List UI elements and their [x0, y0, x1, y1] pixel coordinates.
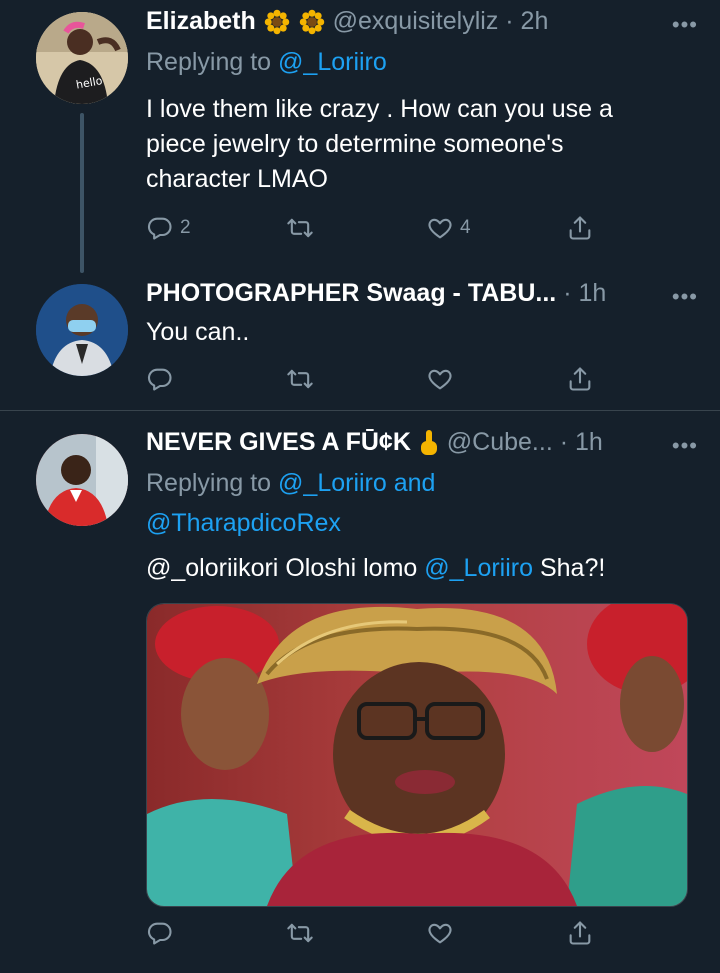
- retweet-icon: [286, 919, 314, 947]
- reply-button[interactable]: 2: [146, 214, 191, 242]
- share-icon: [566, 214, 594, 242]
- avatar-photo: [36, 434, 128, 526]
- display-name[interactable]: NEVER GIVES A FŪ¢K: [146, 428, 411, 456]
- share-icon: [566, 365, 594, 393]
- avatar[interactable]: [36, 434, 128, 526]
- retweet-button[interactable]: [286, 365, 314, 393]
- avatar-photo: hello: [36, 12, 128, 104]
- tweet-media-image[interactable]: [146, 603, 688, 907]
- retweet-button[interactable]: [286, 214, 314, 242]
- tweet-header: Elizabeth @exquisitelyliz · 2h: [146, 7, 660, 36]
- share-button[interactable]: [566, 214, 594, 242]
- tweet-text-segment: Sha?!: [533, 554, 606, 582]
- mention-link[interactable]: @TharapdicoRex: [146, 509, 341, 537]
- mention-link[interactable]: @_oloriikori: [146, 554, 278, 582]
- retweet-icon: [286, 214, 314, 242]
- replying-to-second: @TharapdicoRex: [146, 509, 341, 538]
- action-bar: [146, 365, 596, 395]
- tweet-text-line: I love them like crazy . How can you use…: [146, 95, 613, 123]
- like-icon: [426, 214, 454, 242]
- like-button[interactable]: [426, 919, 454, 947]
- handle[interactable]: @Cube...: [447, 428, 553, 456]
- reply-icon: [146, 214, 174, 242]
- replying-to: Replying to @_Loriiro: [146, 48, 387, 77]
- like-button[interactable]: [426, 365, 454, 393]
- replying-prefix: Replying to: [146, 469, 279, 497]
- tweet-text-segment: Oloshi lomo: [278, 554, 425, 582]
- more-icon[interactable]: •••: [672, 433, 698, 459]
- mention-link[interactable]: @_Loriiro: [278, 469, 387, 497]
- tweet-text-line: character LMAO: [146, 165, 329, 193]
- meme-photo: [147, 604, 687, 906]
- more-icon[interactable]: •••: [672, 284, 698, 310]
- like-button[interactable]: 4: [426, 214, 471, 242]
- replying-and: and: [386, 469, 436, 497]
- reply-button[interactable]: [146, 365, 174, 393]
- reply-count: 2: [180, 217, 191, 238]
- avatar[interactable]: [36, 284, 128, 376]
- replying-to: Replying to @_Loriiro and: [146, 469, 435, 498]
- raised-finger-emoji: [420, 430, 437, 456]
- timestamp[interactable]: · 1h: [563, 279, 606, 307]
- mention-link[interactable]: @_Loriiro: [278, 48, 387, 76]
- reply-icon: [146, 919, 174, 947]
- avatar-photo: [36, 284, 128, 376]
- share-button[interactable]: [566, 919, 594, 947]
- mention-link[interactable]: @_Loriiro: [424, 554, 533, 582]
- like-icon: [426, 365, 454, 393]
- like-icon: [426, 919, 454, 947]
- share-icon: [566, 919, 594, 947]
- tweet-text: @_oloriikori Oloshi lomo @_Loriiro Sha?!: [146, 551, 686, 586]
- tweet-photographer[interactable]: PHOTOGRAPHER Swaag - TABU... · 1h ••• Yo…: [0, 270, 720, 410]
- action-bar: 2 4: [146, 214, 596, 244]
- retweet-icon: [286, 365, 314, 393]
- tweet-elizabeth[interactable]: hello Elizabeth @exquisitelyliz · 2h •••…: [0, 0, 720, 273]
- replying-prefix: Replying to: [146, 48, 279, 76]
- share-button[interactable]: [566, 365, 594, 393]
- timestamp[interactable]: · 1h: [560, 428, 603, 456]
- reply-icon: [146, 365, 174, 393]
- action-bar: [146, 919, 596, 949]
- avatar[interactable]: hello: [36, 12, 128, 104]
- reply-button[interactable]: [146, 919, 174, 947]
- sunflower-emoji: [298, 8, 326, 36]
- thread-line: [80, 113, 84, 273]
- tweet-text-line: piece jewelry to determine someone's: [146, 130, 564, 158]
- like-count: 4: [460, 217, 471, 238]
- handle[interactable]: @exquisitelyliz: [333, 7, 499, 35]
- timestamp[interactable]: · 2h: [505, 7, 548, 35]
- display-name[interactable]: PHOTOGRAPHER Swaag - TABU...: [146, 279, 556, 307]
- tweet-text: I love them like crazy . How can you use…: [146, 92, 686, 197]
- display-name[interactable]: Elizabeth: [146, 7, 256, 35]
- more-icon[interactable]: •••: [672, 12, 698, 38]
- retweet-button[interactable]: [286, 919, 314, 947]
- tweet-text: You can..: [146, 318, 250, 346]
- sunflower-emoji: [263, 8, 291, 36]
- tweet-header: PHOTOGRAPHER Swaag - TABU... · 1h: [146, 279, 660, 308]
- tweet-header: NEVER GIVES A FŪ¢K @Cube... · 1h: [146, 428, 660, 457]
